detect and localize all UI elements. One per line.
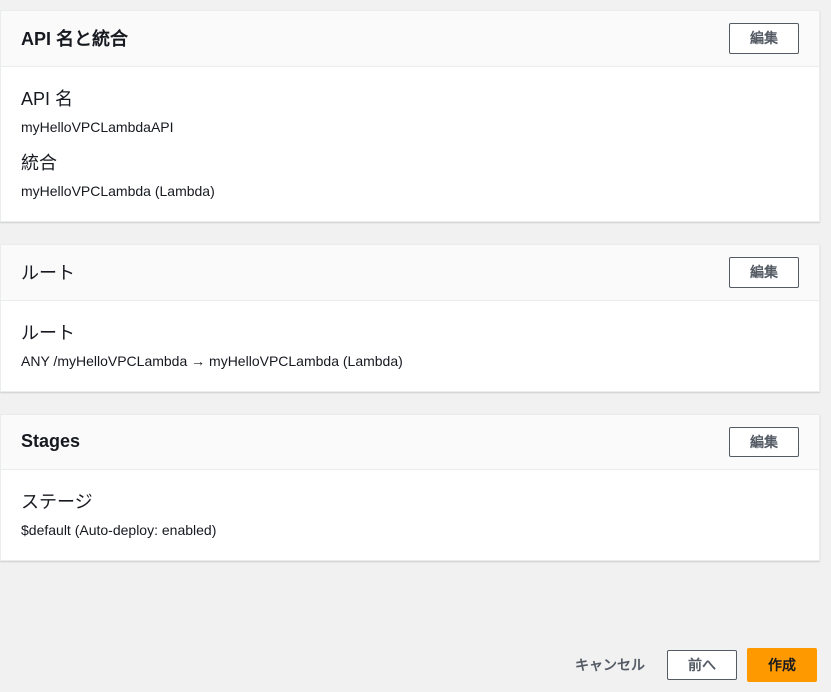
label-api-name: API 名 <box>21 85 799 111</box>
wizard-footer: キャンセル 前へ 作成 <box>0 634 831 692</box>
field-stage: ステージ $default (Auto-deploy: enabled) <box>21 488 799 538</box>
panel-body-routes: ルート ANY /myHelloVPCLambda → myHelloVPCLa… <box>1 301 819 391</box>
field-route: ルート ANY /myHelloVPCLambda → myHelloVPCLa… <box>21 319 799 369</box>
label-stage: ステージ <box>21 488 799 514</box>
panel-title-stages: Stages <box>21 431 80 452</box>
panel-api-name-integration: API 名と統合 編集 API 名 myHelloVPCLambdaAPI 統合… <box>0 10 820 222</box>
field-integration: 統合 myHelloVPCLambda (Lambda) <box>21 149 799 199</box>
edit-button-api[interactable]: 編集 <box>729 23 799 54</box>
panel-body-stages: ステージ $default (Auto-deploy: enabled) <box>1 470 819 560</box>
edit-button-stages[interactable]: 編集 <box>729 427 799 458</box>
value-integration: myHelloVPCLambda (Lambda) <box>21 183 799 199</box>
previous-button[interactable]: 前へ <box>667 650 737 681</box>
panel-header-routes: ルート 編集 <box>1 245 819 301</box>
panel-title-routes: ルート <box>21 259 75 285</box>
edit-button-routes[interactable]: 編集 <box>729 257 799 288</box>
label-route: ルート <box>21 319 799 345</box>
panel-title-api: API 名と統合 <box>21 25 128 51</box>
panel-header-api: API 名と統合 編集 <box>1 11 819 67</box>
value-stage: $default (Auto-deploy: enabled) <box>21 522 799 538</box>
panel-routes: ルート 編集 ルート ANY /myHelloVPCLambda → myHel… <box>0 244 820 392</box>
value-route: ANY /myHelloVPCLambda → myHelloVPCLambda… <box>21 353 799 369</box>
value-api-name: myHelloVPCLambdaAPI <box>21 119 799 135</box>
field-api-name: API 名 myHelloVPCLambdaAPI <box>21 85 799 135</box>
panel-header-stages: Stages 編集 <box>1 415 819 471</box>
create-button[interactable]: 作成 <box>747 648 817 682</box>
panel-stages: Stages 編集 ステージ $default (Auto-deploy: en… <box>0 414 820 562</box>
panel-body-api: API 名 myHelloVPCLambdaAPI 統合 myHelloVPCL… <box>1 67 819 221</box>
label-integration: 統合 <box>21 149 799 175</box>
cancel-button[interactable]: キャンセル <box>563 649 657 681</box>
